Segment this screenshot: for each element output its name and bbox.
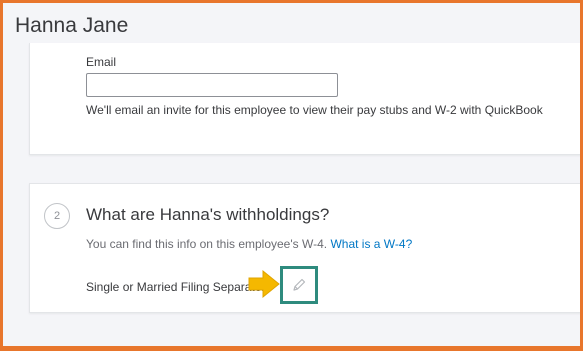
app-frame: Hanna Jane Email We'll email an invite f…	[3, 3, 580, 346]
arrow-right-icon	[248, 269, 280, 299]
email-card: Email We'll email an invite for this emp…	[29, 43, 580, 155]
step-number-badge: 2	[44, 203, 70, 229]
filing-status-text: Single or Married Filing Separately	[86, 280, 271, 294]
email-label: Email	[86, 55, 117, 69]
withholdings-subtitle: You can find this info on this employee'…	[86, 237, 412, 251]
email-field[interactable]	[86, 73, 338, 97]
email-helper-text: We'll email an invite for this employee …	[86, 103, 543, 117]
edit-withholdings-button[interactable]	[287, 273, 311, 297]
page-title: Hanna Jane	[15, 14, 129, 37]
what-is-w4-link[interactable]: What is a W-4?	[330, 237, 412, 251]
pencil-icon	[293, 278, 306, 291]
withholdings-subtitle-text: You can find this info on this employee'…	[86, 237, 328, 251]
withholdings-title: What are Hanna's withholdings?	[86, 205, 330, 224]
